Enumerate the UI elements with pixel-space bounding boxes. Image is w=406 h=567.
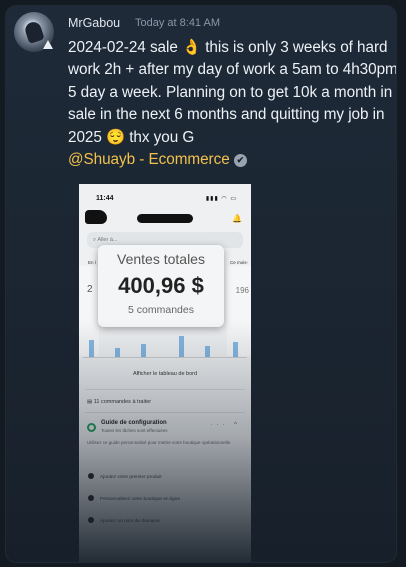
divider [85, 389, 245, 390]
attached-screenshot[interactable]: 11:44 ▮▮▮ ◠ ▭ 🔔 ⌕ Aller à... En l Ce moi… [79, 184, 251, 562]
orders-to-process: ▤ 11 commandes à traiter [87, 399, 151, 405]
username[interactable]: MrGabou [68, 16, 120, 30]
stat-label-left: En l [88, 260, 96, 265]
search-placeholder: Aller à... [97, 237, 118, 243]
setup-title: Guide de configuration [101, 420, 167, 426]
status-icons: ▮▮▮ ◠ ▭ [205, 196, 237, 202]
tooltip-label: Ventes totales [117, 251, 205, 267]
task-item: Ajoutez un nom de domaine [88, 517, 160, 524]
task-label: Personnalisez votre boutique en ligne [100, 497, 181, 502]
bar [141, 344, 146, 358]
chart-axis [83, 357, 247, 358]
dashboard-link: Afficher le tableau de bord [132, 371, 198, 377]
bell-icon: 🔔 [232, 214, 242, 223]
redaction-mark [85, 210, 107, 224]
badge-icon [43, 40, 53, 49]
stat-label-right: Ce mois- [229, 260, 248, 265]
ok-hand-emoji-icon: 👌 [182, 39, 202, 56]
tooltip-value: 400,96 $ [118, 273, 204, 298]
task-label: Ajoutez votre premier produit [100, 475, 162, 480]
check-icon [88, 473, 94, 479]
message-text-part: thx you G [125, 128, 195, 146]
task-item: Ajoutez votre premier produit [88, 473, 162, 480]
message-card: MrGabou Today at 8:41 AM 2024-02-24 sale… [6, 6, 396, 562]
orders-icon: ▤ [87, 399, 94, 405]
tooltip-orders: 5 commandes [128, 304, 194, 316]
bar [179, 336, 184, 358]
check-icon [88, 495, 94, 501]
stat-number-right: 196 [235, 286, 249, 295]
progress-ring-icon [87, 423, 96, 432]
task-label: Ajoutez un nom de domaine [100, 519, 160, 524]
status-time: 11:44 [96, 195, 114, 202]
stat-number-left: 2 [87, 284, 93, 295]
bar [233, 342, 238, 358]
message-text: 2024-02-24 sale 👌 this is only 3 weeks o… [68, 37, 396, 171]
check-icon [88, 517, 94, 523]
bar [89, 340, 94, 358]
task-item: Personnalisez votre boutique en ligne [88, 495, 180, 502]
avatar-figure [23, 20, 45, 44]
verified-icon: ✔ [233, 154, 247, 168]
mention-link[interactable]: @Shuayb - Ecommerce [68, 151, 230, 168]
setup-subtitle: Toutes les tâches sont effectuées [101, 428, 168, 433]
message-text-part: 2024-02-24 sale [68, 39, 183, 56]
setup-controls: ··· ^ [210, 422, 241, 428]
divider [85, 412, 245, 413]
redaction-mark [137, 214, 193, 223]
sales-bars [83, 324, 247, 358]
timestamp: Today at 8:41 AM [135, 17, 220, 29]
setup-description: Utilisez ce guide personnalisé pour mett… [87, 440, 232, 445]
relieved-emoji-icon: 😌 [106, 128, 126, 146]
sales-tooltip: Ventes totales 400,96 $ 5 commandes [98, 245, 224, 327]
orders-label: 11 commandes à traiter [93, 399, 152, 405]
